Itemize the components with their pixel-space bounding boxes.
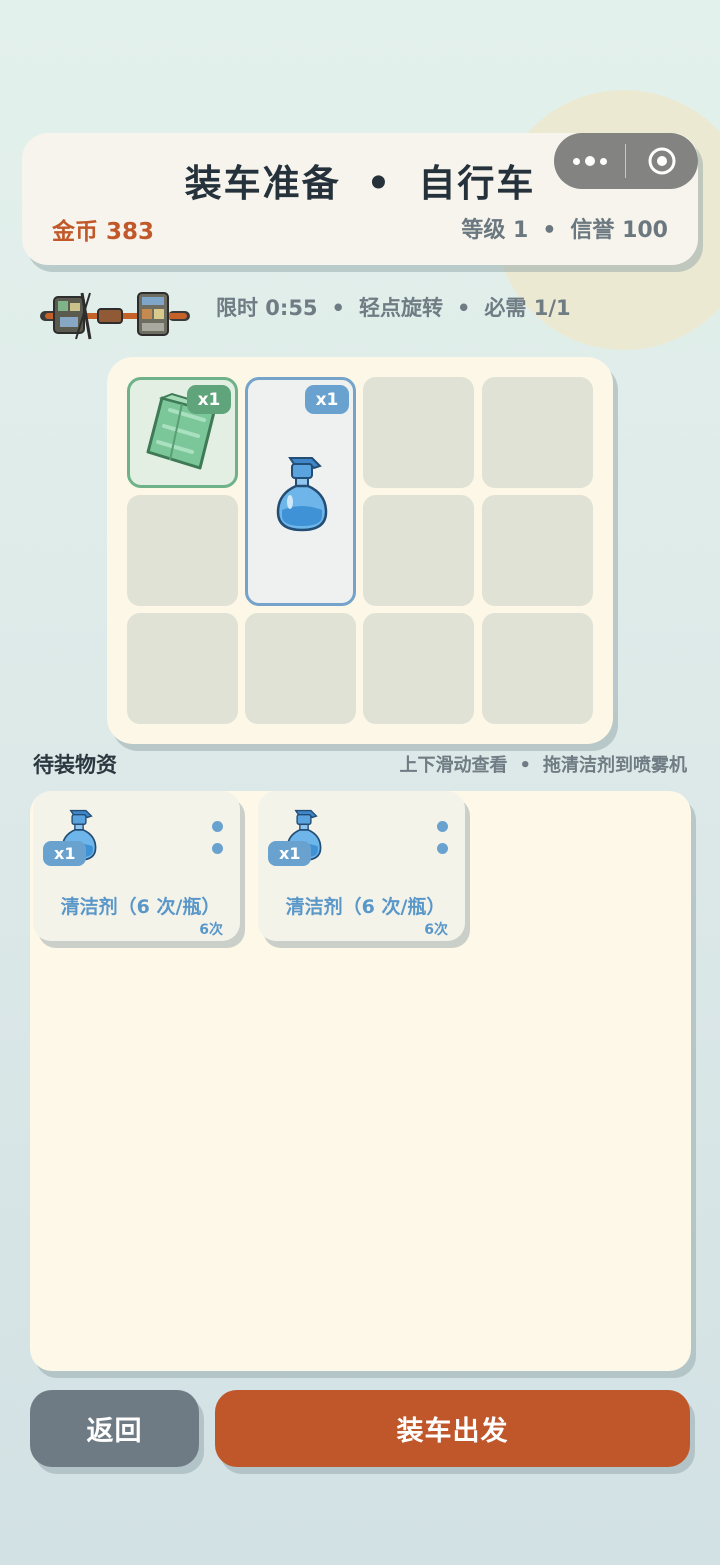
info-separator: • (331, 296, 345, 320)
rotate-hint: 轻点旋转 (358, 296, 443, 320)
title-separator: • (366, 162, 393, 205)
player-stats: 等级 1 • 信誉 100 (461, 212, 668, 244)
stats-separator: • (542, 218, 557, 243)
supply-uses: 6次 (199, 922, 223, 938)
timer-label: 限时 0:55 (216, 296, 318, 320)
grid-cell[interactable] (127, 495, 238, 606)
item-qty-badge: x1 (187, 385, 231, 414)
supply-name: 清洁剂（6 次/瓶） (60, 896, 221, 918)
close-miniprogram-button[interactable] (626, 133, 698, 189)
spray-bottle-icon (276, 457, 328, 532)
supply-card[interactable]: x1 清洁剂（6 次/瓶） 6次 (258, 791, 465, 941)
grid-cell[interactable] (482, 613, 593, 724)
info-separator: • (456, 296, 471, 320)
miniprogram-capsule (554, 133, 698, 189)
pending-section-hint: 上下滑动查看 • 拖清洁剂到喷雾机 (399, 751, 687, 777)
bicycle-icon (40, 292, 190, 340)
supply-qty-badge: x1 (268, 841, 312, 866)
pending-section-title: 待装物资 (33, 753, 117, 777)
target-icon (648, 147, 676, 175)
grid-cell[interactable] (482, 377, 593, 488)
supply-qty-badge: x1 (43, 841, 87, 866)
grid-cell[interactable] (363, 495, 474, 606)
more-dot-icon (584, 156, 595, 166)
more-menu-button[interactable] (554, 133, 625, 189)
item-qty-badge: x1 (305, 385, 349, 414)
grid-cell[interactable] (363, 377, 474, 488)
reputation-label: 信誉 100 (570, 218, 668, 243)
more-dot-icon (599, 157, 607, 165)
scroll-hint: 上下滑动查看 (399, 755, 508, 776)
supply-uses: 6次 (424, 922, 448, 938)
placed-item-towel[interactable]: x1 (127, 377, 238, 488)
grid-cell[interactable] (127, 613, 238, 724)
grid-cell[interactable] (245, 613, 356, 724)
drag-handle-icon[interactable] (212, 821, 224, 854)
drag-hint: 拖清洁剂到喷雾机 (543, 755, 687, 776)
supply-card[interactable]: x1 清洁剂（6 次/瓶） 6次 (33, 791, 240, 941)
back-button[interactable]: 返回 (30, 1390, 199, 1467)
required-count: 必需 1/1 (484, 296, 571, 320)
title-right: 自行车 (418, 162, 536, 205)
title-left: 装车准备 (184, 162, 341, 205)
grid-cell[interactable] (363, 613, 474, 724)
supply-name: 清洁剂（6 次/瓶） (285, 896, 446, 918)
grid-cell[interactable] (482, 495, 593, 606)
level-info-bar: 限时 0:55 • 轻点旋转 • 必需 1/1 (216, 292, 571, 322)
coin-balance: 金币 383 (52, 219, 155, 245)
drag-handle-icon[interactable] (437, 821, 449, 854)
level-label: 等级 1 (461, 218, 529, 243)
hint-separator: • (519, 755, 531, 776)
depart-button[interactable]: 装车出发 (215, 1390, 690, 1467)
placed-item-spray-bottle[interactable]: x1 (245, 377, 356, 606)
more-dot-icon (572, 157, 580, 165)
